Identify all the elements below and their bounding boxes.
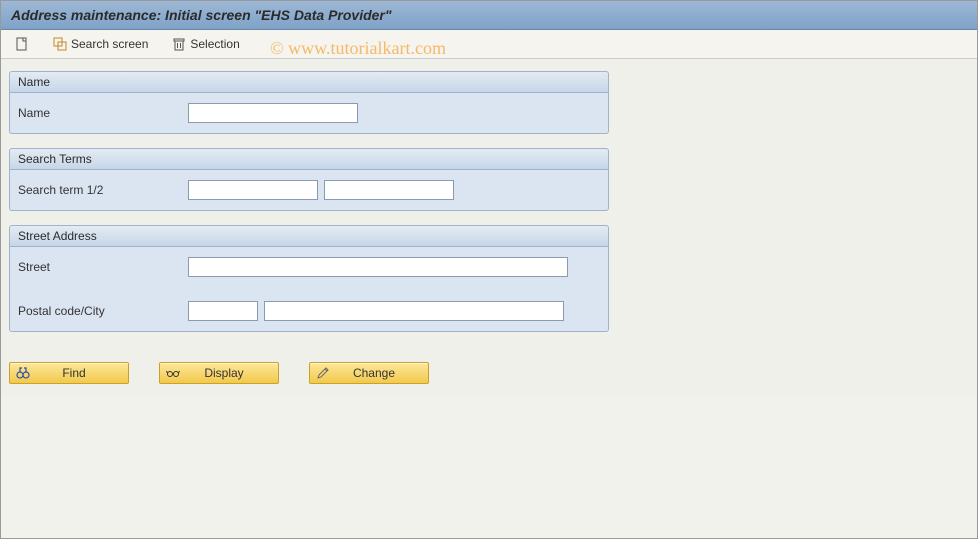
page-title: Address maintenance: Initial screen "EHS… — [1, 1, 977, 30]
page-new-icon — [15, 37, 29, 51]
pencil-icon — [316, 366, 330, 380]
binoculars-icon — [16, 366, 30, 380]
find-button[interactable]: Find — [9, 362, 129, 384]
group-search-terms: Search Terms Search term 1/2 — [9, 148, 609, 211]
group-search-header: Search Terms — [9, 148, 609, 170]
search-term1-input[interactable] — [188, 180, 318, 200]
street-input[interactable] — [188, 257, 568, 277]
display-button[interactable]: Display — [159, 362, 279, 384]
content-area: Name Name Search Terms Search term 1/2 S… — [1, 59, 977, 396]
create-button[interactable] — [11, 35, 33, 53]
glasses-icon — [166, 366, 180, 380]
display-label: Display — [190, 366, 272, 380]
group-name: Name Name — [9, 71, 609, 134]
search-term2-input[interactable] — [324, 180, 454, 200]
street-label: Street — [18, 260, 188, 274]
action-button-row: Find Display Change — [9, 362, 969, 384]
search-term-label: Search term 1/2 — [18, 183, 188, 197]
name-input[interactable] — [188, 103, 358, 123]
search-screen-button[interactable]: Search screen — [49, 35, 152, 53]
search-screen-icon — [53, 37, 67, 51]
city-input[interactable] — [264, 301, 564, 321]
trash-icon — [172, 37, 186, 51]
toolbar: Search screen Selection — [1, 30, 977, 59]
search-screen-label: Search screen — [71, 37, 148, 51]
postal-input[interactable] — [188, 301, 258, 321]
find-label: Find — [40, 366, 122, 380]
group-street-header: Street Address — [9, 225, 609, 247]
selection-label: Selection — [190, 37, 239, 51]
group-street-address: Street Address Street Postal code/City — [9, 225, 609, 332]
change-button[interactable]: Change — [309, 362, 429, 384]
group-name-header: Name — [9, 71, 609, 93]
postal-city-label: Postal code/City — [18, 304, 188, 318]
selection-button[interactable]: Selection — [168, 35, 243, 53]
change-label: Change — [340, 366, 422, 380]
name-label: Name — [18, 106, 188, 120]
